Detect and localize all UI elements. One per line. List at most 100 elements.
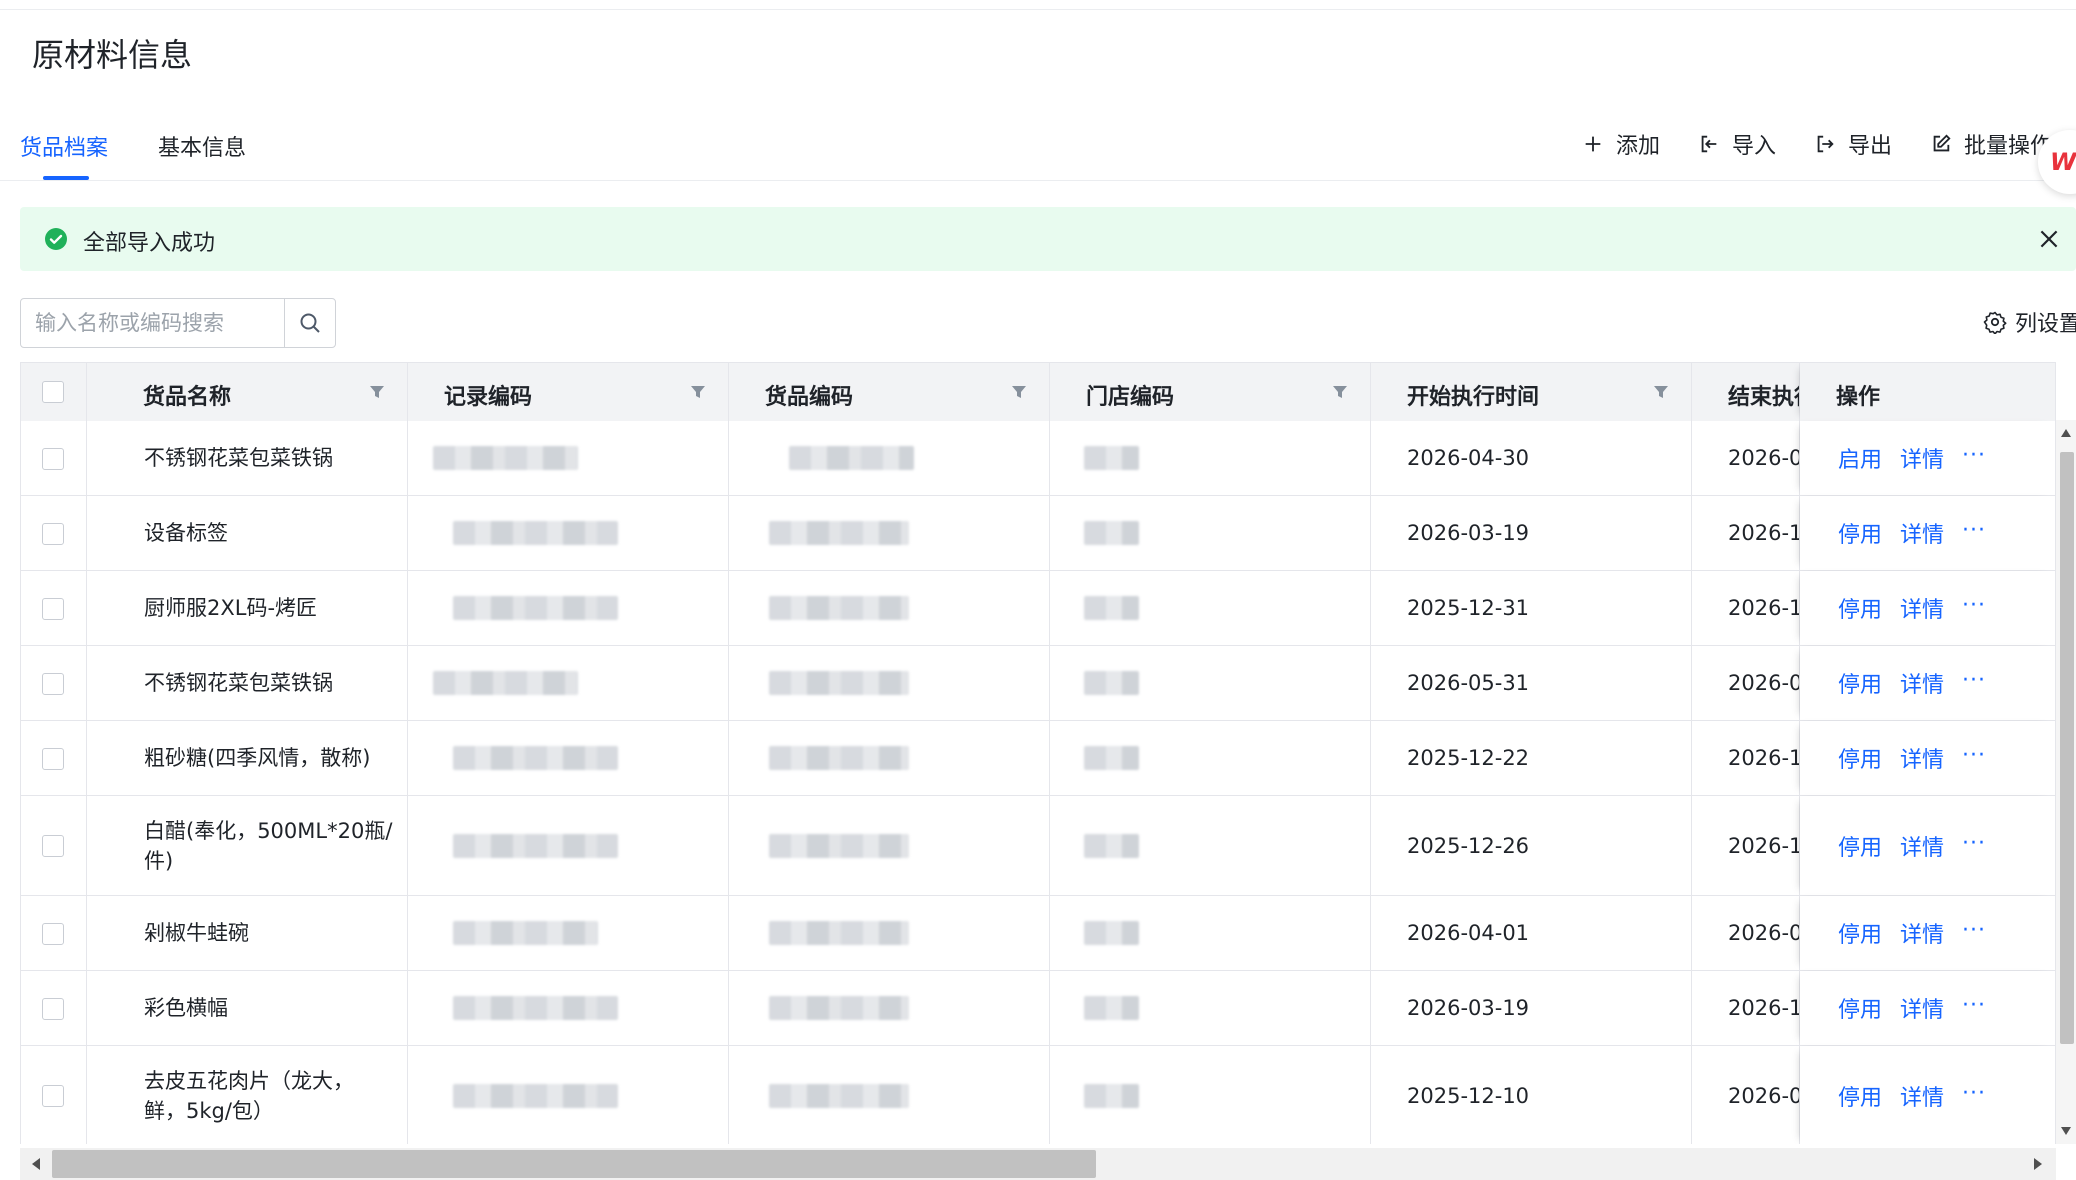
cell-record-code [408, 496, 729, 570]
export-button[interactable]: 导出 [1814, 128, 1892, 160]
redacted-store-code [1084, 996, 1139, 1020]
tab-divider [0, 180, 2076, 181]
import-button[interactable]: 导入 [1698, 128, 1776, 160]
top-divider [0, 0, 2076, 10]
toggle-status-link[interactable]: 停用 [1838, 592, 1882, 624]
table-row: 设备标签 2026-03-19 2026-12 停用详情 ··· [21, 496, 2055, 571]
batch-operation-button[interactable]: 批量操作 [1930, 128, 2052, 160]
row-checkbox[interactable] [42, 447, 64, 470]
select-all-checkbox[interactable] [42, 381, 64, 403]
filter-icon[interactable] [1653, 384, 1669, 400]
scroll-left-icon[interactable] [30, 1156, 42, 1172]
start-time-text: 2025-12-22 [1407, 746, 1530, 770]
more-actions-icon[interactable]: ··· [1962, 993, 1986, 1018]
search-input[interactable] [21, 299, 287, 347]
goods-name-text: 粗砂糖(四季风情，散称) [144, 746, 371, 770]
filter-icon[interactable] [1011, 384, 1027, 400]
success-alert: 全部导入成功 [20, 207, 2076, 271]
toggle-status-link[interactable]: 停用 [1838, 917, 1882, 949]
table-row: 白醋(奉化，500ML*20瓶/件) 2025-12-26 2026-12 停用详情 ·… [21, 796, 2055, 896]
detail-link[interactable]: 详情 [1900, 667, 1944, 699]
toggle-status-link[interactable]: 停用 [1838, 992, 1882, 1024]
search-button[interactable] [284, 299, 335, 347]
cell-actions: 停用 详情 ··· [1800, 571, 2055, 645]
more-actions-icon[interactable]: ··· [1962, 1081, 1986, 1106]
cell-goods-code [729, 421, 1050, 495]
scroll-down-icon[interactable] [2060, 1126, 2072, 1136]
filter-icon[interactable] [369, 384, 385, 400]
row-checkbox[interactable] [42, 747, 64, 770]
row-checkbox[interactable] [42, 1085, 64, 1107]
detail-link[interactable]: 详情 [1900, 917, 1944, 949]
scroll-up-icon[interactable] [2060, 428, 2072, 438]
search-icon [300, 313, 320, 333]
add-button[interactable]: 添加 [1582, 128, 1660, 160]
start-time-text: 2026-05-31 [1407, 671, 1530, 695]
more-actions-icon[interactable]: ··· [1962, 831, 1986, 856]
vertical-scroll-thumb[interactable] [2060, 452, 2074, 1044]
more-actions-icon[interactable]: ··· [1962, 743, 1986, 768]
horizontal-scrollbar[interactable] [20, 1148, 2056, 1180]
table-row: 厨师服2XL码-烤匠 2025-12-31 2026-12 停用详情 ··· [21, 571, 2055, 646]
row-checkbox[interactable] [42, 597, 64, 620]
redacted-record-code [453, 1083, 618, 1108]
column-settings-button[interactable]: 列设置 [1983, 306, 2076, 338]
toggle-status-link[interactable]: 启用 [1838, 442, 1882, 474]
end-time-text: 2026-04 [1728, 921, 1799, 945]
detail-link[interactable]: 详情 [1900, 830, 1944, 862]
row-checkbox[interactable] [42, 922, 64, 945]
toggle-status-link[interactable]: 停用 [1838, 667, 1882, 699]
redacted-record-code [453, 746, 618, 770]
more-actions-icon[interactable]: ··· [1962, 518, 1986, 543]
column-header-start-time: 开始执行时间 [1371, 363, 1692, 421]
start-time-text: 2026-04-30 [1407, 446, 1530, 470]
cell-start-time: 2026-03-19 [1371, 496, 1692, 570]
goods-name-text: 不锈钢花菜包菜铁锅 [144, 446, 333, 470]
gear-icon [1983, 311, 2007, 334]
row-checkbox[interactable] [42, 997, 64, 1020]
cell-goods-name: 不锈钢花菜包菜铁锅 [87, 646, 408, 720]
more-actions-icon[interactable]: ··· [1962, 918, 1986, 943]
tab-goods-archive[interactable]: 货品档案 [20, 130, 108, 162]
end-time-text: 2026-12 [1728, 833, 1799, 858]
cell-store-code [1050, 421, 1371, 495]
goods-name-text: 去皮五花肉片（龙大，鲜，5kg/包） [144, 1068, 354, 1123]
row-checkbox[interactable] [42, 522, 64, 545]
detail-link[interactable]: 详情 [1900, 1080, 1944, 1112]
toggle-status-link[interactable]: 停用 [1838, 830, 1882, 862]
more-actions-icon[interactable]: ··· [1962, 668, 1986, 693]
toolbar: 添加 导入 导出 批量操作 [1582, 126, 2052, 162]
more-actions-icon[interactable]: ··· [1962, 443, 1986, 468]
vertical-scrollbar[interactable] [2056, 420, 2076, 1144]
tab-basic-info[interactable]: 基本信息 [158, 130, 246, 162]
end-time-text: 2026-01 [1728, 1083, 1799, 1108]
redacted-store-code [1084, 521, 1139, 545]
redacted-record-code [453, 921, 598, 945]
cell-record-code [408, 1046, 729, 1144]
cell-goods-name: 彩色横幅 [87, 971, 408, 1045]
end-time-text: 2026-06 [1728, 671, 1799, 695]
scroll-right-icon[interactable] [2032, 1156, 2044, 1172]
detail-link[interactable]: 详情 [1900, 992, 1944, 1024]
detail-link[interactable]: 详情 [1900, 592, 1944, 624]
toggle-status-link[interactable]: 停用 [1838, 742, 1882, 774]
toggle-status-link[interactable]: 停用 [1838, 517, 1882, 549]
detail-link[interactable]: 详情 [1900, 742, 1944, 774]
row-checkbox[interactable] [42, 835, 64, 857]
cell-goods-name: 不锈钢花菜包菜铁锅 [87, 421, 408, 495]
close-icon[interactable] [2036, 226, 2062, 252]
goods-table: 货品名称 记录编码 货品编码 门店编码 开始执行时间 结束执行 操作 不锈钢花菜… [20, 362, 2056, 1144]
cell-end-time: 2026-12 [1692, 796, 1800, 895]
cell-goods-code [729, 896, 1050, 970]
toggle-status-link[interactable]: 停用 [1838, 1080, 1882, 1112]
cell-actions: 停用 详情 ··· [1800, 796, 2055, 895]
filter-icon[interactable] [690, 384, 706, 400]
horizontal-scroll-thumb[interactable] [52, 1150, 1096, 1178]
redacted-goods-code [769, 833, 909, 858]
more-actions-icon[interactable]: ··· [1962, 593, 1986, 618]
column-settings-label: 列设置 [2015, 312, 2076, 337]
detail-link[interactable]: 详情 [1900, 517, 1944, 549]
detail-link[interactable]: 详情 [1900, 442, 1944, 474]
filter-icon[interactable] [1332, 384, 1348, 400]
row-checkbox[interactable] [42, 672, 64, 695]
